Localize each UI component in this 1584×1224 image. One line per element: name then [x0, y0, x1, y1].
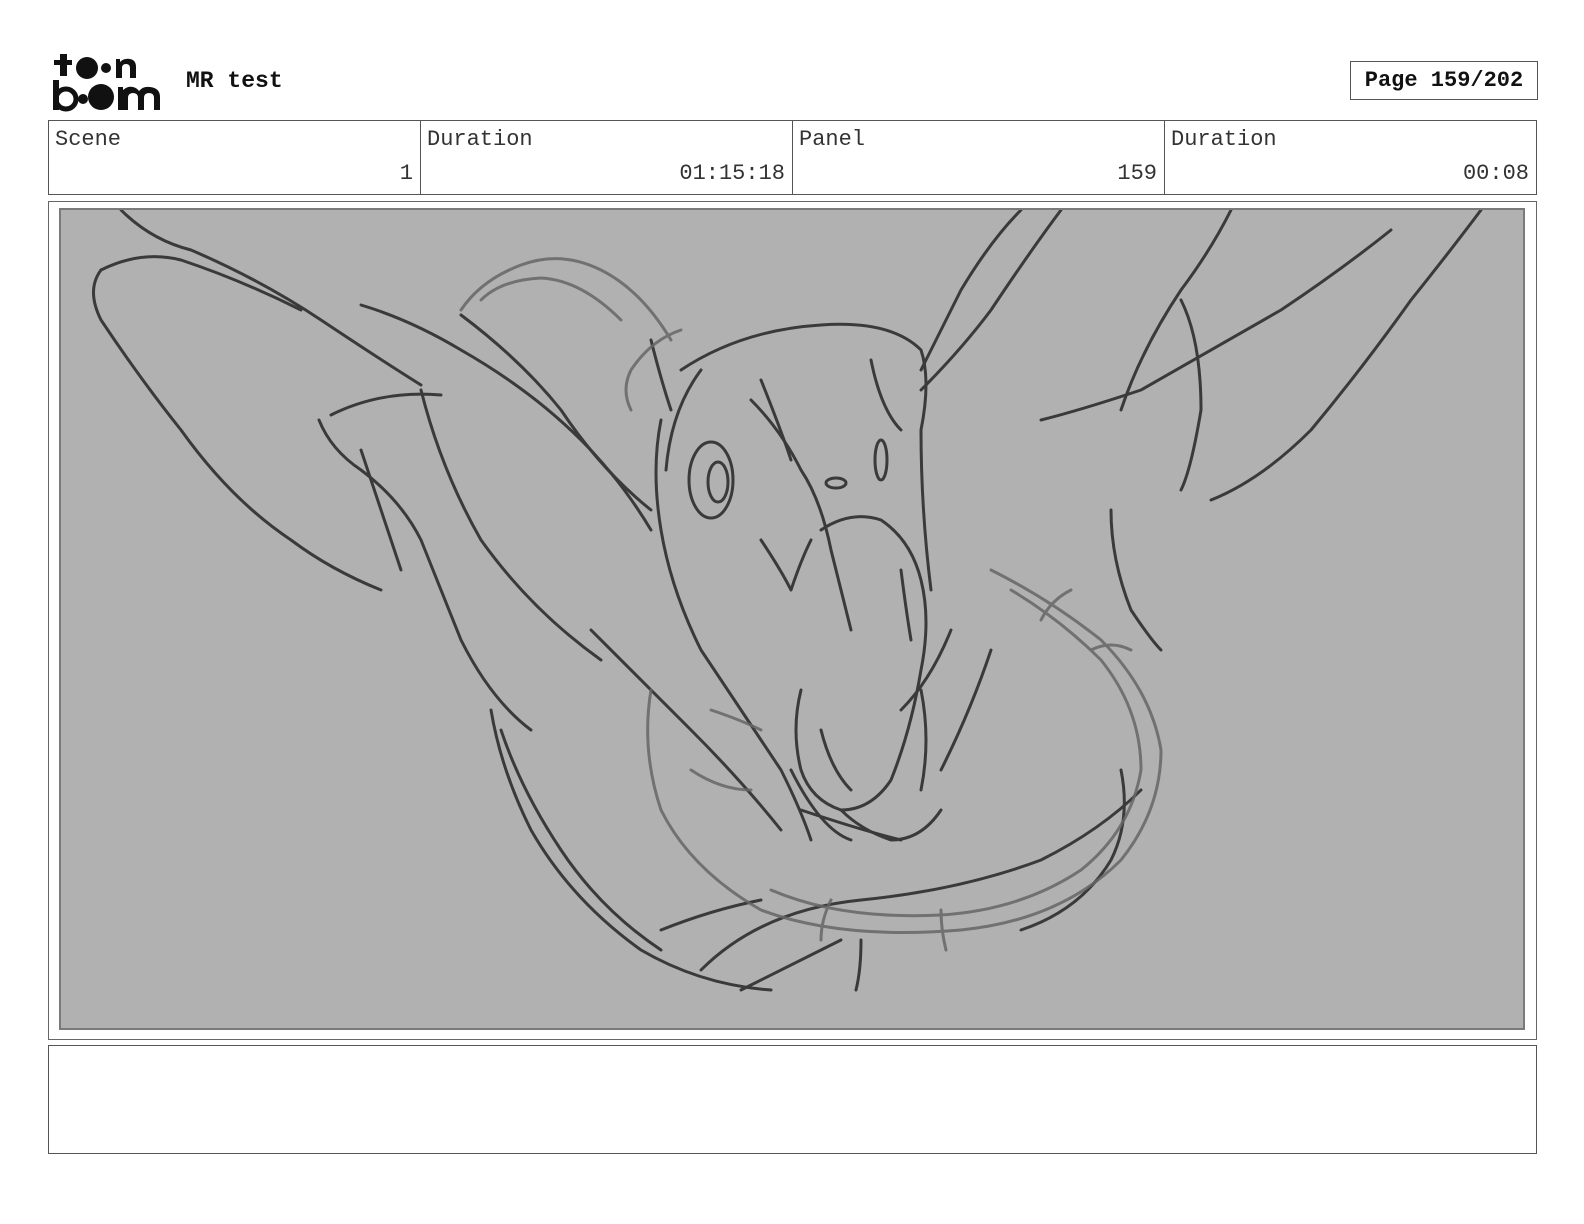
project-title: MR test	[186, 68, 283, 94]
panel-cell: Panel 159	[793, 121, 1165, 194]
panel-info-bar: Scene 1 Duration 01:15:18 Panel 159 Dura…	[48, 120, 1537, 195]
scene-value: 1	[399, 161, 413, 186]
panel-duration-label: Duration	[1171, 127, 1277, 152]
toon-boom-logo	[53, 54, 160, 112]
panel-value: 159	[1117, 161, 1157, 186]
panel-frame	[48, 201, 1537, 1040]
storyboard-sketch	[59, 208, 1525, 1030]
scene-label: Scene	[55, 127, 122, 152]
panel-duration-value: 00:08	[1462, 161, 1529, 186]
panel-notes	[48, 1045, 1537, 1154]
page-number: Page 159/202	[1350, 61, 1538, 100]
scene-duration-label: Duration	[427, 127, 533, 152]
scene-cell: Scene 1	[49, 121, 421, 194]
panel-duration-cell: Duration 00:08	[1165, 121, 1536, 194]
scene-duration-value: 01:15:18	[679, 161, 785, 186]
scene-duration-cell: Duration 01:15:18	[421, 121, 793, 194]
panel-label: Panel	[799, 127, 866, 152]
